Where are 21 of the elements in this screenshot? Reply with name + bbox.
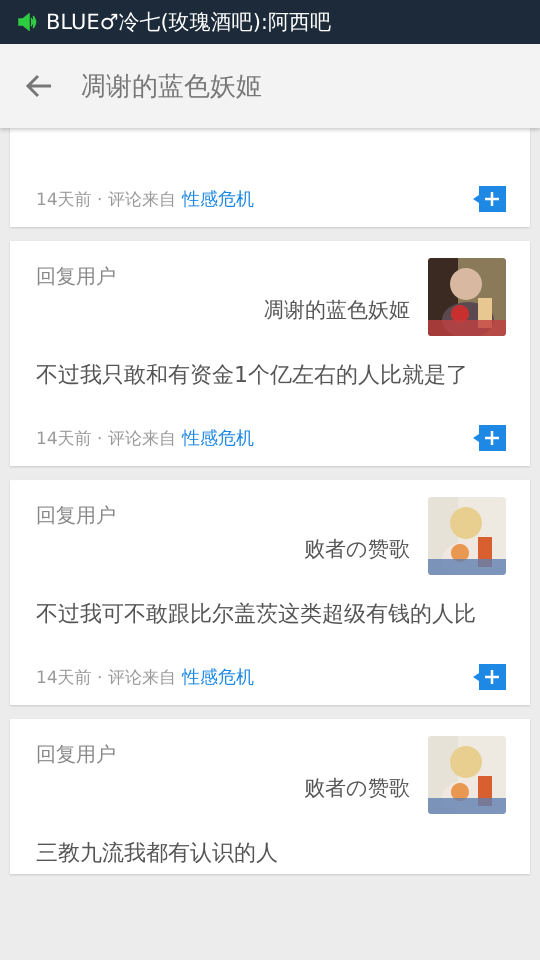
source-link[interactable]: 性感危机 xyxy=(182,189,254,210)
comment-meta: 14天前 · 评论来自 xyxy=(36,429,176,449)
user-name[interactable]: 凋谢的蓝色妖姬 xyxy=(263,296,410,324)
speaker-icon xyxy=(18,13,38,31)
notification-text: BLUE♂冷七(玫瑰酒吧):阿西吧 xyxy=(46,9,331,36)
plus-button[interactable] xyxy=(472,186,506,212)
reply-label: 回复用户 xyxy=(36,741,116,768)
comment-text: 不过我只敢和有资金1个亿左右的人比就是了 xyxy=(36,362,469,390)
reply-label: 回复用户 xyxy=(36,502,116,529)
user-name[interactable]: 败者の赞歌 xyxy=(304,774,410,802)
comment-meta: 14天前 · 评论来自 xyxy=(36,668,176,688)
source-link[interactable]: 性感危机 xyxy=(182,428,254,449)
source-link[interactable]: 性感危机 xyxy=(182,667,254,688)
comment-text: 不过我可不敢跟比尔盖茨这类超级有钱的人比 xyxy=(36,601,477,629)
reply-label: 回复用户 xyxy=(36,263,116,290)
plus-button[interactable] xyxy=(472,664,506,690)
page-title: 凋谢的蓝色妖姬 xyxy=(80,70,262,104)
comment-meta: 14天前 · 评论来自 xyxy=(36,190,176,210)
plus-button[interactable] xyxy=(472,425,506,451)
user-name[interactable]: 败者の赞歌 xyxy=(304,535,410,563)
comment-text: 三教九流我都有认识的人 xyxy=(36,840,279,868)
